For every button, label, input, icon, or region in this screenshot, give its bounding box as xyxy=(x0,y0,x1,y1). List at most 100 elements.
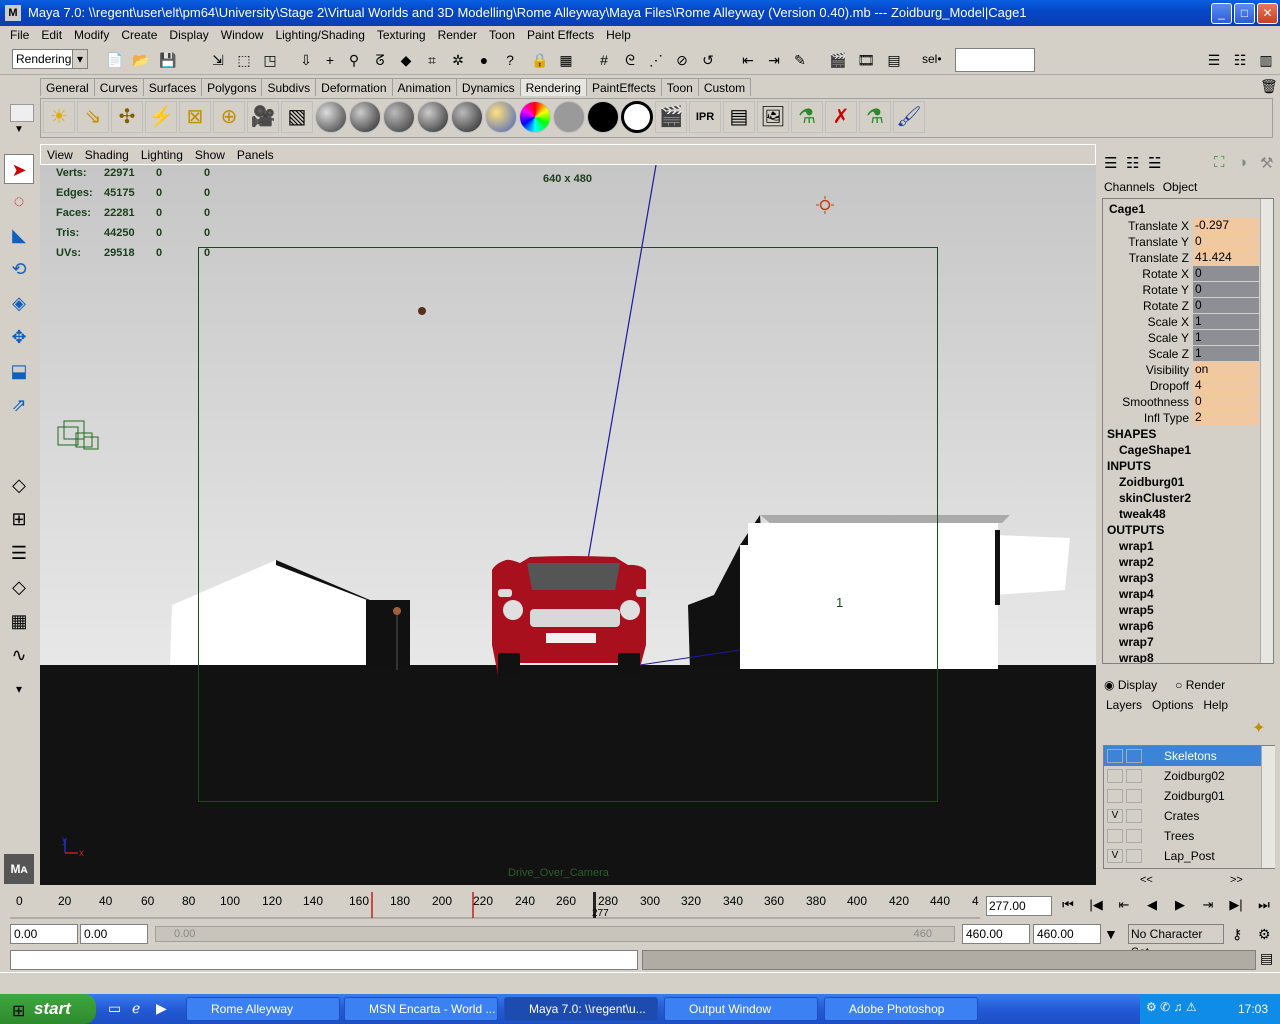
layer-row-trees[interactable]: Trees xyxy=(1104,826,1262,846)
create-layer-icon[interactable]: ✦ xyxy=(1252,718,1265,738)
save-scene-icon[interactable]: 💾 xyxy=(158,50,178,70)
step-back-frame-icon[interactable]: |◀ xyxy=(1084,894,1108,916)
animation-preferences-icon[interactable]: ⚙ xyxy=(1258,926,1271,943)
manipulator-tool-icon[interactable]: ⬓ xyxy=(4,356,34,386)
layered-shader-icon[interactable] xyxy=(485,101,517,133)
shelf-tab-custom[interactable]: Custom xyxy=(697,78,752,96)
attr-rotate-z[interactable]: Rotate Z0 xyxy=(1103,298,1261,314)
output-item[interactable]: wrap4 xyxy=(1119,587,1154,601)
panel-menu-panels[interactable]: Panels xyxy=(231,145,280,164)
channel-layer-icon[interactable]: ☱ xyxy=(1148,154,1161,172)
hypershade-flask-icon[interactable]: ⚗ xyxy=(791,101,823,133)
rotate-tool-icon[interactable]: ◈ xyxy=(4,288,34,318)
use-background-icon[interactable] xyxy=(621,101,653,133)
highlight-selection-icon[interactable]: ▦ xyxy=(556,50,576,70)
area-light-icon[interactable]: ⊠ xyxy=(179,101,211,133)
taskbar-item-output-window[interactable]: Output Window xyxy=(664,997,818,1021)
blinn-shader-icon[interactable] xyxy=(349,101,381,133)
script-editor-icon[interactable]: ▤ xyxy=(1260,950,1273,967)
select-joints-icon[interactable]: ⚲ xyxy=(344,50,364,70)
taskbar-item-rome-alleyway[interactable]: Rome Alleyway xyxy=(186,997,340,1021)
construction-history-icon[interactable]: ✎ xyxy=(790,50,810,70)
show-desktop-icon[interactable]: ▭ xyxy=(108,1000,121,1017)
make-live-icon[interactable]: ↺ xyxy=(698,50,718,70)
output-item[interactable]: wrap1 xyxy=(1119,539,1154,553)
animation-start-field[interactable]: 0.00 xyxy=(10,924,78,944)
output-item[interactable]: wrap7 xyxy=(1119,635,1154,649)
hypershade-layout-icon[interactable]: ▦ xyxy=(4,606,34,636)
menu-texturing[interactable]: Texturing xyxy=(371,26,432,44)
menu-window[interactable]: Window xyxy=(215,26,270,44)
shading-map-icon[interactable] xyxy=(553,101,585,133)
scroll-right-button[interactable]: >> xyxy=(1230,874,1243,886)
shelf-tab-dynamics[interactable]: Dynamics xyxy=(455,78,521,96)
layout-options-arrow-icon[interactable]: ▾ xyxy=(4,674,34,704)
panel-menu-shading[interactable]: Shading xyxy=(79,145,135,164)
shading-icon[interactable]: ◑ xyxy=(1238,154,1247,171)
attr-rotate-y[interactable]: Rotate Y0 xyxy=(1103,282,1261,298)
step-back-key-icon[interactable]: ⇤ xyxy=(1112,894,1136,916)
output-item[interactable]: wrap3 xyxy=(1119,571,1154,585)
tool-icon[interactable]: ⚒ xyxy=(1260,154,1273,172)
hypershade-icon[interactable]: ▧ xyxy=(281,101,313,133)
channel-box-icon[interactable]: ☰ xyxy=(1104,154,1117,172)
layer-row-lap-post[interactable]: V Lap_Post xyxy=(1104,846,1262,866)
render-settings-icon[interactable]: ▤ xyxy=(884,50,904,70)
close-button[interactable]: ✕ xyxy=(1257,3,1278,24)
character-set-menu[interactable]: No Character Set xyxy=(1128,924,1224,959)
shelf-tab-painteffects[interactable]: PaintEffects xyxy=(585,78,662,96)
snap-curve-icon[interactable]: ᘓ xyxy=(620,50,640,70)
panel-menu-show[interactable]: Show xyxy=(189,145,231,164)
phonge-shader-icon[interactable] xyxy=(451,101,483,133)
graph-editor-layout-icon[interactable]: ◇ xyxy=(4,572,34,602)
lasso-tool-icon[interactable]: ◌ xyxy=(4,186,34,216)
attribute-icon[interactable]: ⛶ xyxy=(1214,154,1225,171)
selection-mask-icon[interactable]: ⇩ xyxy=(296,50,316,70)
output-connections-icon[interactable]: ⇥ xyxy=(764,50,784,70)
attr-scale-x[interactable]: Scale X1 xyxy=(1103,314,1261,330)
input-connections-icon[interactable]: ⇤ xyxy=(738,50,758,70)
command-line-input[interactable] xyxy=(10,950,638,970)
menu-help[interactable]: Help xyxy=(600,26,637,44)
render-globals-icon[interactable]: ▤ xyxy=(723,101,755,133)
move-tool-icon[interactable]: ⟲ xyxy=(4,254,34,284)
attr-rotate-x[interactable]: Rotate X0 xyxy=(1103,266,1261,282)
select-handles-icon[interactable]: + xyxy=(320,50,340,70)
select-dynamics-icon[interactable]: ✲ xyxy=(448,50,468,70)
character-set-dropdown-arrow-icon[interactable]: ▼ xyxy=(1104,926,1118,942)
shelf-tab-curves[interactable]: Curves xyxy=(93,78,144,96)
menu-paint-effects[interactable]: Paint Effects xyxy=(521,26,600,44)
outliner-layout-icon[interactable]: ☰ xyxy=(4,538,34,568)
minimize-button[interactable]: _ xyxy=(1211,3,1232,24)
point-light-icon[interactable]: ✣ xyxy=(111,101,143,133)
step-forward-key-icon[interactable]: ⇥ xyxy=(1196,894,1220,916)
new-scene-icon[interactable]: 📄 xyxy=(105,50,125,70)
camera-viewport[interactable]: 640 x 480 Verts: 22971 0 0 Edges: 45175 … xyxy=(40,165,1096,885)
scroll-left-button[interactable]: << xyxy=(1140,874,1153,886)
select-rendering-icon[interactable]: ● xyxy=(474,50,494,70)
object-tab[interactable]: Object xyxy=(1163,180,1198,194)
select-hierarchy-icon[interactable]: ⇲ xyxy=(208,50,228,70)
attr-scale-y[interactable]: Scale Y1 xyxy=(1103,330,1261,346)
input-item[interactable]: skinCluster2 xyxy=(1119,491,1191,505)
trash-icon[interactable]: 🗑 xyxy=(1260,78,1278,95)
attr-translate-y[interactable]: Translate Y0 xyxy=(1103,234,1261,250)
snap-grid-icon[interactable]: # xyxy=(594,50,614,70)
attr-smoothness[interactable]: Smoothness 0 xyxy=(1103,394,1261,410)
internet-explorer-icon[interactable]: ℯ xyxy=(132,1000,140,1017)
maximize-button[interactable]: □ xyxy=(1234,3,1255,24)
shelf-tab-deformation[interactable]: Deformation xyxy=(315,78,393,96)
paint-select-tool-icon[interactable]: ◣ xyxy=(4,220,34,250)
selected-object-name[interactable]: Cage1 xyxy=(1109,202,1145,216)
show-hide-tool-settings-icon[interactable]: ☷ xyxy=(1230,50,1250,70)
go-to-end-icon[interactable]: ⏭ xyxy=(1252,894,1276,916)
channel-box-scrollbar[interactable] xyxy=(1260,199,1273,663)
animation-end-field[interactable]: 460.00 xyxy=(1033,924,1101,944)
make-connection-icon[interactable]: ⚗ xyxy=(859,101,891,133)
taskbar-item-maya[interactable]: Maya 7.0: \\regent\u... xyxy=(504,997,658,1021)
select-deformations-icon[interactable]: ⌗ xyxy=(422,50,442,70)
layer-list-scrollbar[interactable] xyxy=(1261,746,1275,868)
render-radio[interactable]: ○ Render xyxy=(1175,678,1225,692)
attr-visibility[interactable]: Visibility on xyxy=(1103,362,1261,378)
maya-app-icon[interactable]: M xyxy=(5,5,21,21)
